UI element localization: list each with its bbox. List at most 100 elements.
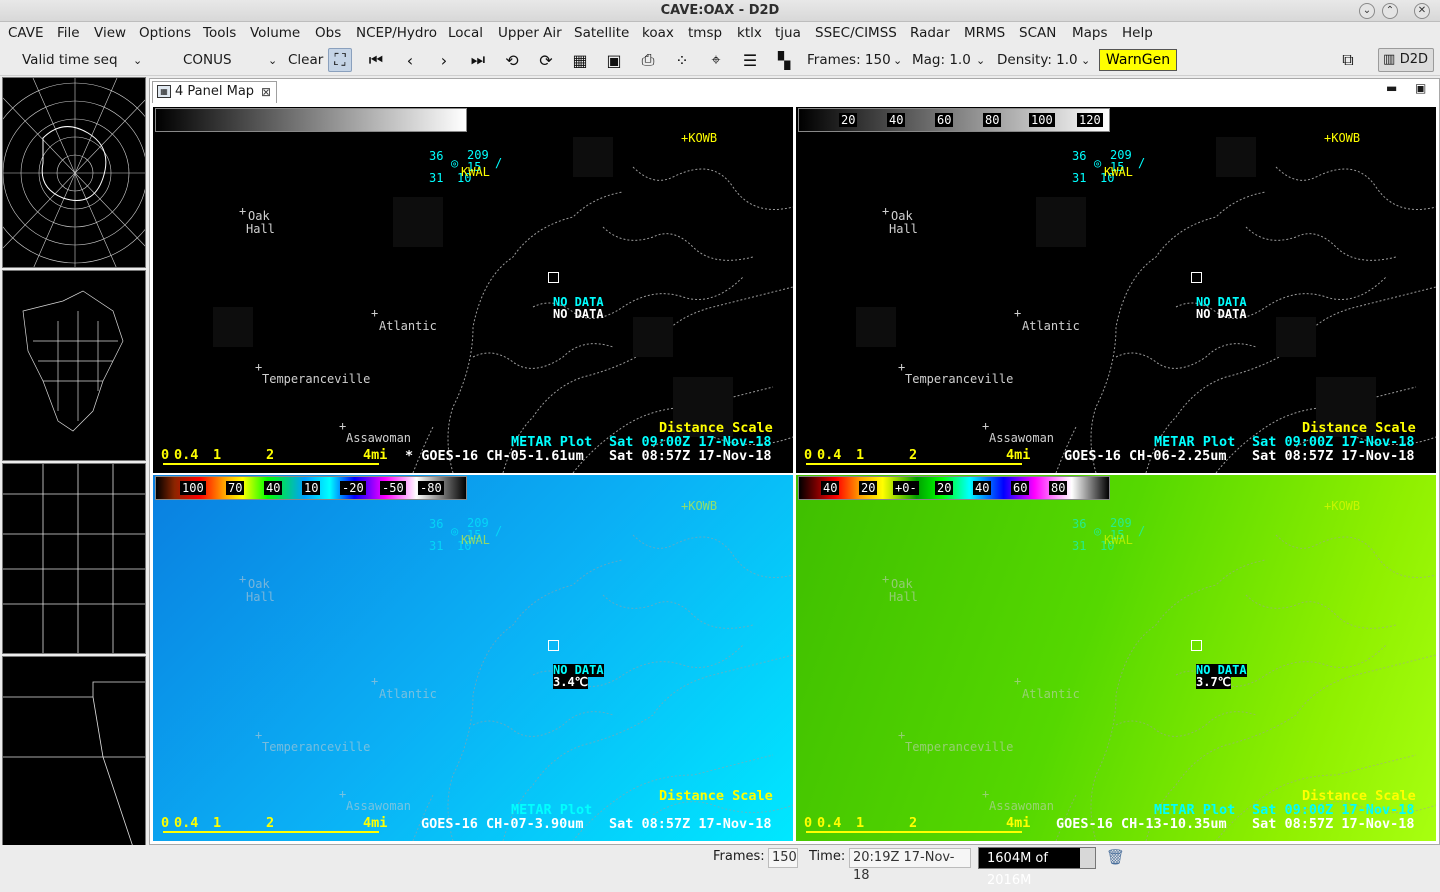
menu-tjua[interactable]: tjua <box>775 25 801 41</box>
wind-barb-icon: / <box>495 524 503 538</box>
station-label-kwal: KWAL <box>461 165 490 179</box>
sample-cursor-icon[interactable] <box>548 272 559 283</box>
menu-tools[interactable]: Tools <box>203 25 236 41</box>
town-atlantic: Atlantic <box>379 319 437 333</box>
print-icon[interactable]: ⎙ <box>636 48 660 72</box>
thumbnail-north-america-map[interactable] <box>2 270 146 461</box>
colorbar-tick-label: 40 <box>887 113 906 127</box>
chevron-down-icon[interactable]: ⌄ <box>133 54 142 67</box>
scale-tick-0: 0 <box>161 447 170 463</box>
distance-scale-bar <box>163 831 379 833</box>
distance-scale-bar <box>806 463 1022 465</box>
colormap-icon[interactable]: ▦ <box>568 48 592 72</box>
obs-dewpoint: 31 <box>429 171 444 185</box>
menu-ktlx[interactable]: ktlx <box>737 25 762 41</box>
baseline-icon[interactable]: ⌖ <box>704 48 728 72</box>
d2d-perspective-button[interactable]: ▥ D2D <box>1378 48 1434 72</box>
time-label: Time: <box>809 849 846 864</box>
prev-frame-icon[interactable]: ‹ <box>398 48 422 72</box>
menu-local[interactable]: Local <box>448 25 483 41</box>
close-icon[interactable]: ⊠ <box>261 82 271 102</box>
distance-scale-title: Distance Scale <box>1302 788 1416 804</box>
station-label-kowb: +KOWB <box>1324 499 1361 513</box>
chevron-down-icon[interactable]: ⌄ <box>976 54 985 67</box>
menu-radar[interactable]: Radar <box>910 25 950 41</box>
close-icon[interactable]: ✕ <box>1414 3 1430 19</box>
station-label-kwal: KWAL <box>461 533 490 547</box>
zoom-extent-icon[interactable]: ⛶ <box>328 48 352 72</box>
colorbar[interactable]: 40 20 +0- 20 40 60 80 <box>798 476 1110 500</box>
frames-dropdown[interactable]: Frames: 150 <box>807 52 891 68</box>
list-icon[interactable]: ☰ <box>738 48 762 72</box>
warngen-button[interactable]: WarnGen <box>1099 49 1177 71</box>
sample-cursor-icon[interactable] <box>1191 272 1202 283</box>
menu-ncep-hydro[interactable]: NCEP/Hydro <box>356 25 437 41</box>
minimize-view-icon[interactable]: ▬ <box>1386 81 1397 95</box>
menu-upper-air[interactable]: Upper Air <box>498 25 562 41</box>
map-panel-bottom-right[interactable]: 40 20 +0- 20 40 60 80 36 31 209 15 10 ◎ KWAL / +KOWB + Oa… <box>796 475 1436 841</box>
panel-layout-icon[interactable]: ▚ <box>772 48 796 72</box>
tab-4-panel-map[interactable]: ▦ 4 Panel Map ⊠ <box>152 81 277 103</box>
density-dropdown[interactable]: Density: 1.0 <box>997 52 1078 68</box>
chevron-down-icon[interactable]: ⌄ <box>268 54 277 67</box>
sample-cursor-icon[interactable] <box>1191 640 1202 651</box>
status-bar: Frames: 150 Time: 20:19Z 17-Nov-18 1604M… <box>0 845 1440 888</box>
colorbar[interactable] <box>155 108 467 132</box>
time-seq-dropdown[interactable]: Valid time seq <box>22 52 118 68</box>
map-panel-top-right[interactable]: 20 40 60 80 100 120 36 31 209 15 10 ◎ KWAL / +KOWB + Oak… <box>796 107 1436 473</box>
next-frame-icon[interactable]: › <box>432 48 456 72</box>
main-toolbar: Valid time seq ⌄ CONUS ⌄ Clear ⛶ ⏮ ‹ › ⏭… <box>0 44 1440 76</box>
colorbar-tick-label: 20 <box>839 113 858 127</box>
obs-temperature: 36 <box>429 517 444 531</box>
scale-tick-1: 1 <box>856 815 865 831</box>
image-icon[interactable]: ▣ <box>602 48 626 72</box>
menu-ssec-cimss[interactable]: SSEC/CIMSS <box>815 25 897 41</box>
metar-legend-label: METAR Plot <box>511 802 593 818</box>
menu-mrms[interactable]: MRMS <box>964 25 1005 41</box>
chevron-down-icon[interactable]: ⌄ <box>893 54 902 67</box>
menu-help[interactable]: Help <box>1122 25 1153 41</box>
scale-dropdown[interactable]: CONUS <box>183 52 232 68</box>
menu-options[interactable]: Options <box>139 25 191 41</box>
chevron-down-icon[interactable]: ⌄ <box>1081 54 1090 67</box>
refresh-icon[interactable]: ⟳ <box>534 48 558 72</box>
satellite-product-time: Sat 08:57Z 17-Nov-18 <box>609 816 772 832</box>
clear-button[interactable]: Clear <box>288 52 323 68</box>
map-panel-bottom-left[interactable]: 100 70 40 10 -20 -50 -80 36 31 209 15 10 ◎ KWAL / +KOWB… <box>153 475 793 841</box>
open-perspective-icon[interactable]: ⧉ <box>1336 48 1360 72</box>
maximize-icon[interactable]: ⌃ <box>1382 3 1398 19</box>
trash-icon[interactable]: 🗑 <box>1106 848 1125 866</box>
satellite-pixel-block <box>1036 197 1086 247</box>
time-value: 20:19Z 17-Nov-18 <box>849 848 971 883</box>
thumbnail-polar-map[interactable] <box>2 77 146 268</box>
maximize-view-icon[interactable]: ▣ <box>1415 81 1426 95</box>
colorbar[interactable]: 20 40 60 80 100 120 <box>798 108 1110 132</box>
points-icon[interactable]: ⁘ <box>670 48 694 72</box>
menu-tmsp[interactable]: tmsp <box>688 25 722 41</box>
town-temperanceville: Temperanceville <box>905 372 1014 386</box>
menu-cave[interactable]: CAVE <box>8 25 44 41</box>
menu-volume[interactable]: Volume <box>250 25 300 41</box>
menu-satellite[interactable]: Satellite <box>574 25 629 41</box>
menu-obs[interactable]: Obs <box>315 25 341 41</box>
menu-maps[interactable]: Maps <box>1072 25 1108 41</box>
sample-cursor-icon[interactable] <box>548 640 559 651</box>
menu-scan[interactable]: SCAN <box>1019 25 1056 41</box>
colorbar-tick-label: 60 <box>935 113 954 127</box>
thumbnail-local-map[interactable] <box>2 656 146 847</box>
obs-temperature: 36 <box>1072 517 1087 531</box>
menu-bar: CAVE File View Options Tools Volume Obs … <box>0 22 1440 44</box>
satellite-product-label: GOES-16 CH-07-3.90um <box>421 816 584 832</box>
minimize-icon[interactable]: ⌄ <box>1359 3 1375 19</box>
colorbar[interactable]: 100 70 40 10 -20 -50 -80 <box>155 476 467 500</box>
first-frame-icon[interactable]: ⏮ <box>364 48 388 72</box>
loop-icon[interactable]: ⟲ <box>500 48 524 72</box>
menu-file[interactable]: File <box>57 25 80 41</box>
map-panel-top-left[interactable]: 36 31 209 15 10 ◎ KWAL / +KOWB + Oak Hall + Atlantic +… <box>153 107 793 473</box>
mag-dropdown[interactable]: Mag: 1.0 <box>912 52 971 68</box>
menu-koax[interactable]: koax <box>642 25 674 41</box>
colorbar-tick-label: 60 <box>1011 481 1030 495</box>
menu-view[interactable]: View <box>94 25 126 41</box>
last-frame-icon[interactable]: ⏭ <box>466 48 490 72</box>
thumbnail-regional-map[interactable] <box>2 463 146 654</box>
